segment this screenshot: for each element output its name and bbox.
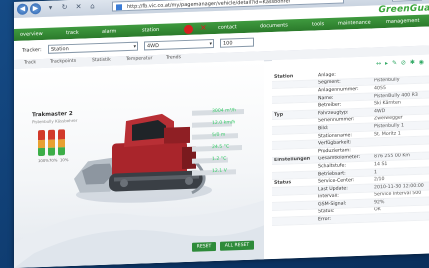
level-bar-1 — [38, 129, 45, 157]
type-select[interactable]: 4WD ▾ — [144, 39, 214, 51]
chevron-down-icon: ▾ — [209, 41, 212, 48]
all-reset-button[interactable]: ALL RESET — [220, 240, 254, 251]
gauge-value: 5/0 m — [212, 132, 226, 139]
chevron-down-icon: ▾ — [133, 43, 136, 50]
menu-item-contact[interactable]: contact — [218, 23, 237, 32]
properties-table: Station Anlage: Segment: Pistenbully Anlagen… — [272, 68, 429, 226]
subnav-trackpoints[interactable]: Trackpoints — [50, 59, 76, 65]
menu-item-alarm[interactable]: alarm — [102, 27, 116, 36]
type-value: 4WD — [147, 42, 159, 50]
bar-label-2: 70% — [49, 157, 58, 163]
gauge-value: 12.0 km/h — [212, 120, 236, 127]
tracker-value: Station — [51, 46, 69, 53]
row-group — [272, 216, 316, 226]
row-value — [372, 212, 429, 222]
gauge-value: 3004 m³/h — [212, 108, 236, 115]
search-input[interactable] — [392, 0, 422, 2]
forward-button[interactable]: ▶ — [30, 3, 41, 15]
gauge-value: 12.1 V — [212, 168, 227, 175]
brand-logo: GreenGuar — [378, 3, 429, 16]
menu-item-maintenance[interactable]: maintenance — [338, 19, 371, 28]
value-input[interactable]: 100 — [220, 37, 254, 48]
gauge-value: 1.2 °C — [212, 156, 227, 163]
menu-item-management[interactable]: management — [386, 17, 420, 26]
level-bar-2 — [48, 129, 55, 156]
tracker-label: Tracker: — [22, 47, 42, 54]
vehicle-info: Trakmaster 2 Pistenbully Kässbohrer — [32, 111, 77, 124]
record-icon[interactable] — [184, 24, 193, 34]
menu-item-overview[interactable]: overview — [20, 30, 43, 39]
value-text: 100 — [223, 40, 233, 47]
menu-arrow-icon[interactable]: ▾ — [362, 0, 371, 2]
tracker-select[interactable]: Station ▾ — [48, 41, 138, 54]
search-engine-icon[interactable]: G — [376, 0, 385, 1]
subnav-track[interactable]: Track — [24, 60, 36, 65]
bar-label-1: 100% — [38, 157, 49, 164]
close-icon[interactable]: ✕ — [200, 23, 207, 32]
level-bar-3 — [58, 129, 65, 156]
reload-icon[interactable]: ↻ — [60, 3, 69, 12]
reset-button[interactable]: RESET — [192, 241, 216, 252]
bar-label-3: 10% — [60, 157, 69, 163]
menu-item-station[interactable]: station — [142, 26, 159, 35]
subnav-statistik[interactable]: Statistik — [92, 58, 111, 64]
subnav-temperatur[interactable]: Temperatur — [126, 56, 152, 62]
browser-window: ◀ ▶ ▾ ↻ ✕ ⌂ http://fb.vic.co.at/my/pagem… — [14, 0, 429, 268]
home-icon[interactable]: ⌂ — [88, 2, 97, 11]
star-icon[interactable]: ☆ — [350, 0, 359, 2]
subnav-trends[interactable]: Trends — [166, 55, 181, 61]
menu-item-documents[interactable]: documents — [260, 21, 288, 30]
favicon-icon — [116, 4, 122, 11]
stop-icon[interactable]: ✕ — [74, 3, 83, 12]
row-key: Error: — [316, 214, 372, 224]
menu-item-tools[interactable]: tools — [312, 20, 324, 28]
snow-groomer-image — [14, 113, 264, 268]
panel-toolbar-icons[interactable]: ↔ ▸ ✎ ⊘ ✱ ◉ — [376, 59, 425, 68]
vehicle-view: Trakmaster 2 Pistenbully Kässbohrer 100%… — [14, 60, 264, 268]
properties-panel: ↔ ▸ ✎ ⊘ ✱ ◉ Station Anlage: Segment: Pisten… — [272, 54, 429, 259]
back-button[interactable]: ◀ — [17, 3, 28, 15]
gauge-value: 24.5 °C — [212, 144, 230, 151]
menu-item-track[interactable]: track — [66, 29, 79, 37]
dropdown-icon[interactable]: ▾ — [46, 4, 55, 13]
